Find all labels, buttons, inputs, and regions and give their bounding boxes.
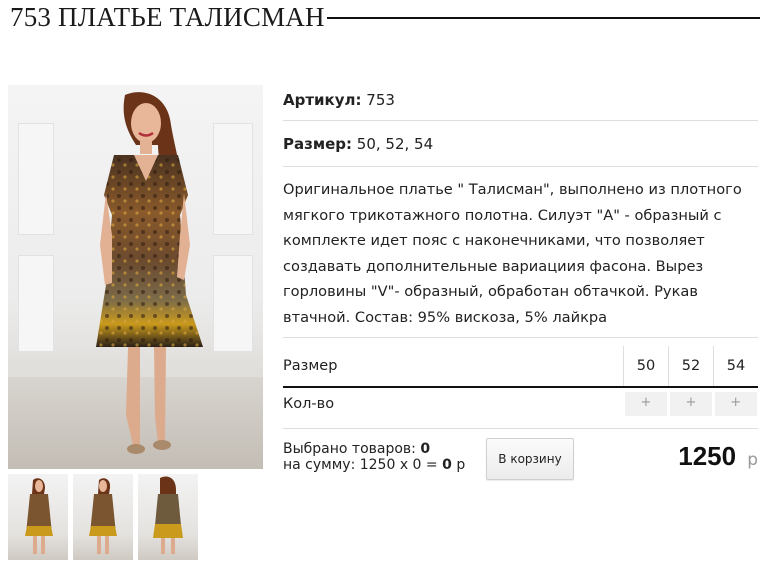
page-title: 753 ПЛАТЬЕ ТАЛИСМАН xyxy=(10,1,325,32)
thumbnail-3[interactable] xyxy=(138,474,198,560)
order-summary-text: Выбрано товаров: 0 на сумму: 1250 x 0 = … xyxy=(283,441,465,473)
price-value: 1250 xyxy=(678,441,737,471)
product-description: Оригинальное платье " Талисман", выполне… xyxy=(283,167,758,338)
size-header-label: Размер xyxy=(283,346,624,388)
add-size-54-button[interactable]: + xyxy=(714,392,757,416)
size-header-row: Размер 50 52 54 xyxy=(283,346,758,388)
thumbnail-1[interactable] xyxy=(8,474,68,560)
sum-label: на сумму: 1250 x 0 = xyxy=(283,457,438,473)
article-label: Артикул: xyxy=(283,91,362,109)
product-price: 1250 р xyxy=(678,441,758,472)
sum-value: 0 xyxy=(442,457,452,473)
size-quantity-table: Размер 50 52 54 Кол-во + + + xyxy=(283,346,758,420)
add-to-cart-button[interactable]: В корзину xyxy=(486,438,574,480)
article-value: 753 xyxy=(366,91,395,109)
size-label: Размер: xyxy=(283,135,353,153)
add-size-52-button[interactable]: + xyxy=(670,392,712,416)
thumbnail-2[interactable] xyxy=(73,474,133,560)
product-main-photo[interactable] xyxy=(8,85,263,469)
sum-currency: р xyxy=(456,457,466,473)
quantity-label: Кол-во xyxy=(283,396,335,412)
size-52: 52 xyxy=(668,346,714,388)
product-specs: Артикул: 753 Размер: 50, 52, 54 Оригинал… xyxy=(283,84,758,338)
size-value: 50, 52, 54 xyxy=(356,135,434,153)
quantity-row: Кол-во + + + xyxy=(283,387,758,420)
size-50: 50 xyxy=(623,346,669,388)
page-header: 753 ПЛАТЬЕ ТАЛИСМАН xyxy=(10,0,760,34)
size-54: 54 xyxy=(713,346,758,388)
price-currency: р xyxy=(747,450,758,470)
selected-label: Выбрано товаров: xyxy=(283,441,416,457)
add-size-50-button[interactable]: + xyxy=(625,392,667,416)
size-line: Размер: 50, 52, 54 xyxy=(283,121,758,167)
selected-count: 0 xyxy=(420,441,431,457)
title-divider xyxy=(326,17,760,19)
article-line: Артикул: 753 xyxy=(283,84,758,121)
order-summary: Выбрано товаров: 0 на сумму: 1250 x 0 = … xyxy=(283,428,758,489)
